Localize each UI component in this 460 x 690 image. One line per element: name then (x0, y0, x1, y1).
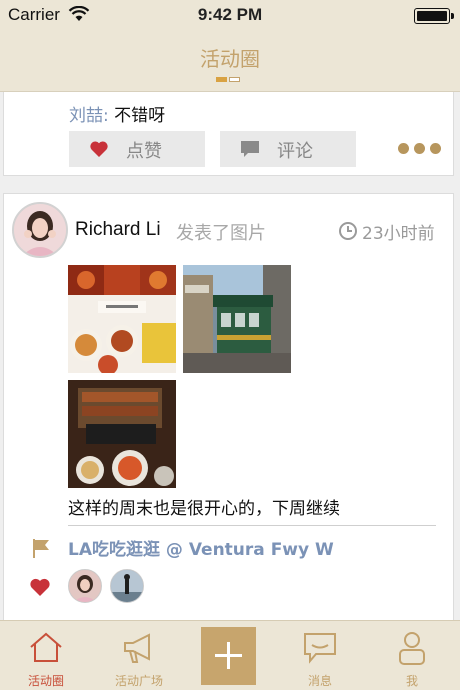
avatar[interactable] (12, 202, 68, 258)
post-timestamp: 23小时前 (362, 224, 435, 244)
clock-icon (339, 222, 357, 240)
page-title: 活动圈 (200, 47, 260, 71)
post-action-text: 发表了图片 (176, 223, 266, 244)
status-time: 9:42 PM (197, 5, 263, 24)
avatar-image (14, 204, 66, 256)
status-bar: Carrier 9:42 PM (0, 0, 460, 32)
food-collage-image (68, 265, 176, 373)
tram-image (183, 265, 291, 373)
more-dot-icon (414, 143, 425, 154)
divider (68, 525, 436, 526)
page-dot-1[interactable] (216, 77, 227, 82)
more-options-button[interactable] (398, 143, 441, 154)
like-button[interactable]: 点赞 (69, 131, 205, 167)
page-indicator[interactable] (216, 77, 240, 82)
comment-button[interactable]: 评论 (220, 131, 356, 167)
heart-icon (90, 141, 108, 157)
speech-bubble-icon (241, 141, 259, 157)
activity-feed[interactable]: 刘喆: 不错呀 点赞 评论 Richard Li 发表了图片 23小时前 这样的… (0, 92, 460, 620)
comment-text: 不错呀 (108, 106, 166, 126)
tab-me[interactable]: 我 (372, 621, 452, 690)
chat-bubble-icon (304, 633, 336, 664)
more-dot-icon (430, 143, 441, 154)
liker-avatar-image (111, 570, 143, 602)
bbq-image (68, 380, 176, 488)
post-body: 这样的周末也是很开心的，下周继续 (68, 499, 340, 519)
comment-author[interactable]: 刘喆: (69, 106, 109, 126)
comment-label: 评论 (277, 141, 313, 162)
post-location[interactable]: LA吃吃逛逛 @ Ventura Fwy W (68, 535, 334, 560)
home-icon (30, 632, 62, 662)
page-dot-2[interactable] (229, 77, 240, 82)
post-photo-bbq[interactable] (68, 380, 176, 488)
tab-activity-square[interactable]: 活动广场 (96, 621, 182, 690)
post-photo-food-collage[interactable] (68, 265, 176, 373)
comment-row: 刘喆: 不错呀 (69, 101, 165, 126)
like-label: 点赞 (126, 141, 162, 162)
post-card: Richard Li 发表了图片 23小时前 这样的周末也是很开心的，下周继续 … (3, 193, 454, 620)
liker-avatar[interactable] (110, 569, 144, 603)
more-dot-icon (398, 143, 409, 154)
flag-icon (33, 539, 49, 558)
megaphone-icon (124, 633, 150, 663)
post-card-previous: 刘喆: 不错呀 点赞 评论 (3, 92, 454, 176)
post-author[interactable]: Richard Li (75, 219, 161, 241)
tab-label: 活动广场 (114, 674, 163, 688)
liker-avatar-image (69, 570, 101, 602)
add-activity-button[interactable] (201, 627, 256, 685)
tab-label: 我 (405, 674, 418, 688)
tab-label: 活动圈 (27, 674, 64, 688)
heart-icon[interactable] (29, 577, 51, 597)
battery-fill (417, 11, 447, 21)
user-icon (399, 632, 425, 665)
tab-label: 消息 (307, 674, 332, 688)
battery-icon (414, 8, 454, 24)
post-photo-tram[interactable] (183, 265, 291, 373)
tab-activity-circle[interactable]: 活动圈 (6, 621, 86, 690)
navigation-bar: 活动圈 (0, 32, 460, 92)
tab-messages[interactable]: 消息 (282, 621, 358, 690)
liker-avatar[interactable] (68, 569, 102, 603)
tab-bar: 活动圈 活动广场 消息 我 (0, 620, 460, 690)
